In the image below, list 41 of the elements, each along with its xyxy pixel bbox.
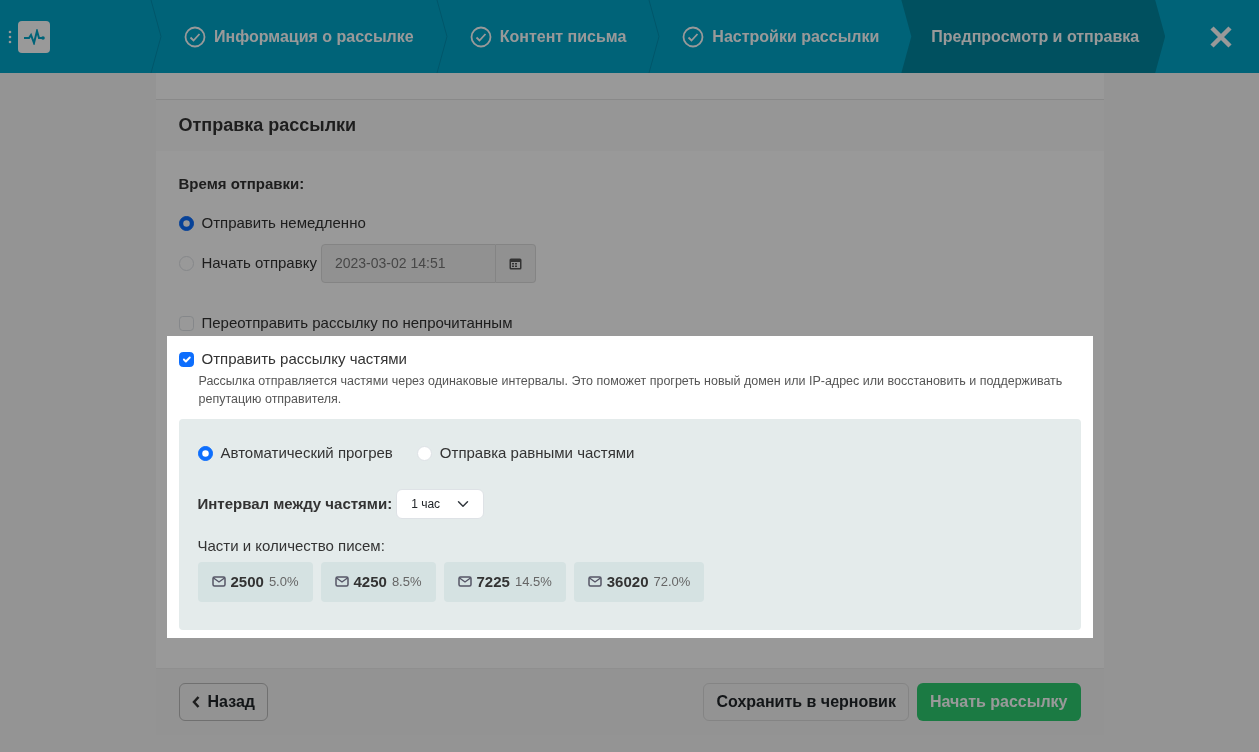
- interval-select[interactable]: 1 час: [396, 489, 485, 519]
- field-label: Интервал между частями:: [197, 493, 393, 514]
- chevron-left-icon: [191, 696, 200, 708]
- step-tab[interactable]: Предпросмотр и отправка: [901, 0, 1166, 73]
- chevron-separator-icon: [150, 0, 162, 73]
- envelope-icon: [587, 576, 602, 588]
- back-button[interactable]: Назад: [178, 683, 268, 721]
- radio-button[interactable]: [197, 445, 213, 461]
- step-tab[interactable]: Настройки рассылки: [660, 0, 902, 73]
- calendar-icon: [508, 256, 522, 270]
- save-draft-button[interactable]: Сохранить в черновик: [703, 683, 909, 721]
- envelope-icon: [211, 576, 226, 588]
- chevron-separator-icon: [648, 0, 661, 73]
- check-circle-icon: [184, 25, 206, 48]
- step-tab[interactable]: Контент письма: [447, 0, 649, 73]
- checkbox-label: Переотправить рассылку по непрочитанным: [201, 313, 513, 334]
- check-circle-icon: [469, 25, 492, 48]
- part-chip: 2500 5.0%: [197, 561, 313, 602]
- radio-label: Автоматический прогрев: [220, 442, 393, 463]
- part-chip: 4250 8.5%: [320, 561, 436, 602]
- checkbox[interactable]: [178, 352, 194, 367]
- envelope-icon: [457, 576, 472, 588]
- start-button[interactable]: Начать рассылку: [916, 683, 1081, 721]
- radio-label: Начать отправку: [201, 252, 317, 273]
- drag-handle-icon[interactable]: [8, 29, 12, 44]
- logo-icon: [18, 20, 50, 53]
- radio-label: Отправка равными частями: [439, 442, 635, 463]
- field-label: Части и количество писем:: [197, 536, 386, 556]
- close-button[interactable]: [1209, 24, 1233, 49]
- part-chip: 7225 14.5%: [443, 561, 566, 602]
- envelope-icon: [334, 576, 349, 588]
- part-chip: 36020 72.0%: [573, 561, 705, 602]
- checkbox-label: Отправить рассылку частями: [201, 349, 407, 370]
- radio-button[interactable]: [178, 216, 194, 231]
- section-title: Отправка рассылки: [155, 100, 1104, 151]
- help-text: Рассылка отправляется частями через одинаковые интервалы. Это поможет прогреть новый домен или IP-адрес или восстановить и поддерживать репутацию отправителя.: [198, 372, 1064, 409]
- chevron-separator-icon: [435, 0, 448, 73]
- check-circle-icon: [682, 25, 705, 48]
- field-label: Время отправки:: [178, 174, 306, 194]
- step-tab[interactable]: Информация о рассылке: [162, 0, 436, 73]
- radio-label: Отправить немедленно: [201, 213, 366, 234]
